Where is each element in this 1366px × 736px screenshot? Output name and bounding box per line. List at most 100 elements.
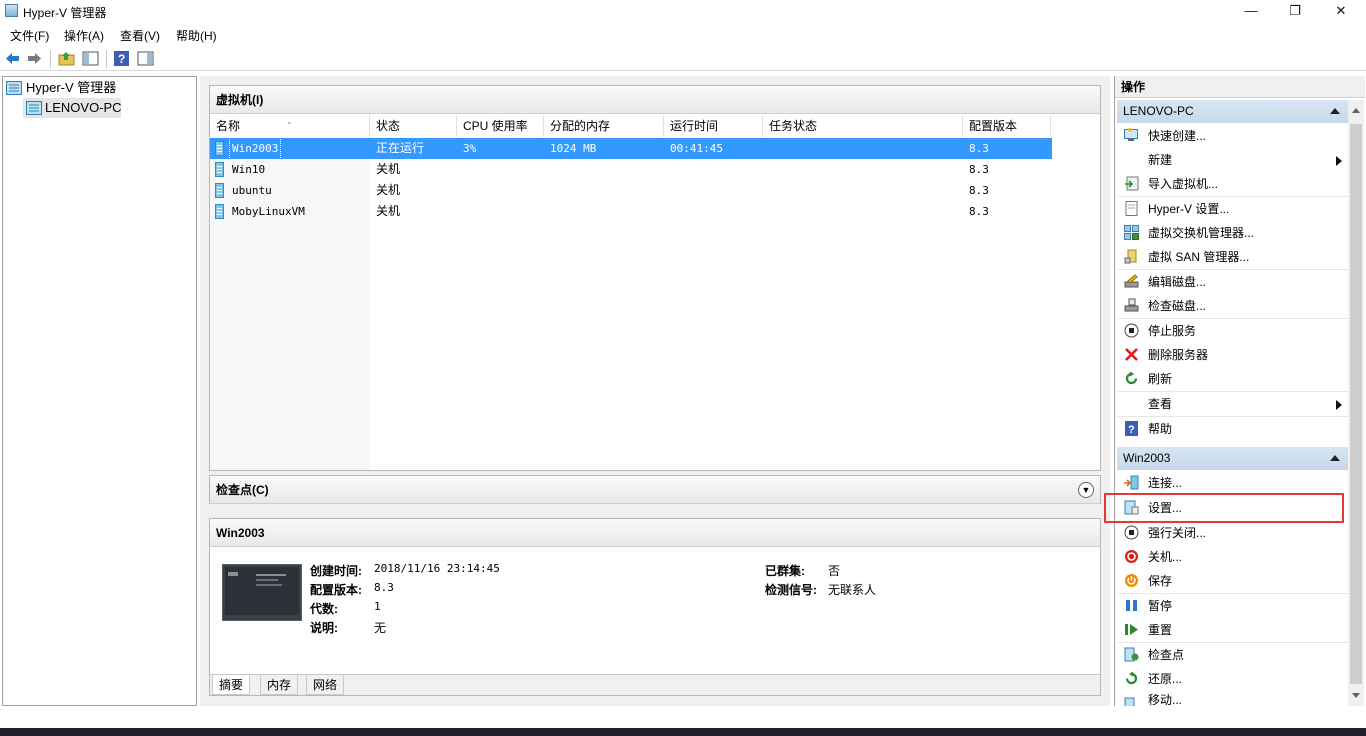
generation-value: 1 [374,600,381,613]
vm-row-ubuntu[interactable]: ubuntu 关机 8.3 [210,180,1052,201]
description-label: 说明: [310,621,338,635]
generation-label: 代数: [310,602,338,616]
column-state[interactable]: 状态 [370,115,457,137]
menu-file[interactable]: 文件(F) [10,27,49,44]
checkpoints-section: 检查点(C) ▼ [209,475,1101,504]
show-hide-tree-icon[interactable] [82,50,99,67]
action-label: 还原... [1148,672,1183,686]
vm-uptime: 00:41:45 [670,142,723,155]
action-connect[interactable]: 连接... [1117,471,1348,495]
action-view[interactable]: 查看 [1117,392,1348,416]
menu-help[interactable]: 帮助(H) [176,27,217,44]
menu-bar: 文件(F) 操作(A) 查看(V) 帮助(H) [0,24,1366,46]
revert-icon [1125,671,1138,685]
checkpoint-icon [1124,647,1139,662]
action-reset[interactable]: 重置 [1117,618,1348,642]
action-label: 刷新 [1148,372,1173,386]
action-checkpoint[interactable]: 检查点 [1117,643,1348,667]
vm-grid-header: 名称 ⌄ 状态 CPU 使用率 分配的内存 运行时间 任务状态 配置版本 [210,115,1100,137]
details-tabs: 摘要 内存 网络 [210,674,1100,695]
action-label: 虚拟 SAN 管理器... [1148,250,1250,264]
stop-service-icon [1124,323,1139,338]
submenu-arrow-icon [1336,156,1342,166]
action-quick-create[interactable]: 快速创建... [1117,124,1348,148]
column-task-status[interactable]: 任务状态 [763,115,963,137]
action-revert[interactable]: 还原... [1117,667,1348,691]
expand-chevron-icon[interactable]: ▼ [1078,482,1094,498]
details-header: Win2003 [210,519,1100,547]
vm-row-win2003[interactable]: Win2003 正在运行 3% 1024 MB 00:41:45 8.3 [210,137,1052,160]
maximize-button[interactable]: ❐ [1272,0,1318,22]
toolbar: ? [0,47,1366,71]
svg-text:?: ? [118,52,125,66]
back-arrow-icon[interactable] [4,50,21,67]
action-virtual-switch-manager[interactable]: 虚拟交换机管理器... [1117,221,1348,245]
created-label: 创建时间: [310,564,362,578]
scrollbar-thumb[interactable] [1350,124,1362,684]
group-label: LENOVO-PC [1123,104,1194,118]
actions-group-lenovo-pc[interactable]: LENOVO-PC [1117,100,1348,123]
action-stop-service[interactable]: 停止服务 [1117,319,1348,343]
action-hyperv-settings[interactable]: Hyper-V 设置... [1117,197,1348,221]
remove-x-icon [1125,348,1138,361]
tab-summary[interactable]: 摘要 [212,675,251,695]
tree-item-lenovo-pc[interactable]: LENOVO-PC [45,99,122,117]
hyperv-app-icon [5,4,18,17]
quick-create-icon [1124,128,1138,141]
action-import-vm[interactable]: 导入虚拟机... [1117,172,1348,196]
action-label: 查看 [1148,397,1173,411]
column-config-version[interactable]: 配置版本 [963,115,1051,137]
action-label: 虚拟交换机管理器... [1148,226,1255,240]
vm-row-win10[interactable]: Win10 关机 8.3 [210,159,1052,180]
checkpoints-header[interactable]: 检查点(C) [210,476,1100,504]
action-edit-disk[interactable]: 编辑磁盘... [1117,270,1348,294]
action-refresh[interactable]: 刷新 [1117,367,1348,391]
tree-root-hyperv-manager[interactable]: Hyper-V 管理器 [26,79,116,97]
tab-memory[interactable]: 内存 [260,675,299,695]
group-label: Win2003 [1123,451,1171,465]
move-icon [1124,697,1135,706]
tab-network[interactable]: 网络 [306,675,345,695]
sort-chevron-icon: ⌄ [286,117,293,126]
column-cpu[interactable]: CPU 使用率 [457,115,544,137]
action-remove-server[interactable]: 删除服务器 [1117,343,1348,367]
menu-view[interactable]: 查看(V) [120,27,160,44]
action-inspect-disk[interactable]: 检查磁盘... [1117,294,1348,318]
up-folder-icon[interactable] [58,50,75,67]
clustered-value: 否 [828,564,841,578]
action-shut-down[interactable]: 关机... [1117,545,1348,569]
menu-action[interactable]: 操作(A) [64,27,104,44]
show-hide-action-pane-icon[interactable] [137,50,154,67]
action-help[interactable]: ? 帮助 [1117,417,1348,441]
scroll-down-arrow-icon[interactable] [1352,693,1360,698]
taskbar [0,728,1366,736]
action-turn-off[interactable]: 强行关闭... [1117,521,1348,545]
description-value: 无 [374,621,387,635]
forward-arrow-icon[interactable] [26,50,43,67]
close-button[interactable]: ✕ [1318,0,1364,22]
toolbar-separator [50,50,51,68]
center-pane: 虚拟机(I) 名称 ⌄ 状态 CPU 使用率 分配的内存 运行时间 任务状态 配… [200,76,1110,706]
column-uptime[interactable]: 运行时间 [664,115,763,137]
action-new[interactable]: 新建 [1117,148,1348,172]
vm-name: Win2003 [228,137,282,160]
column-memory[interactable]: 分配的内存 [544,115,664,137]
action-move[interactable]: 移动... [1117,691,1348,706]
action-virtual-san-manager[interactable]: 虚拟 SAN 管理器... [1117,245,1348,269]
vm-row-mobylinuxvm[interactable]: MobyLinuxVM 关机 8.3 [210,201,1052,222]
actions-group-win2003[interactable]: Win2003 [1117,447,1348,470]
vm-thumbnail-preview[interactable] [222,564,302,621]
action-pause[interactable]: 暂停 [1117,594,1348,618]
created-value: 2018/11/16 23:14:45 [374,562,500,575]
vm-memory: 1024 MB [550,142,597,155]
action-save[interactable]: 保存 [1117,569,1348,593]
actions-scrollbar[interactable] [1348,100,1364,706]
scroll-up-arrow-icon[interactable] [1352,108,1360,113]
help-icon[interactable]: ? [113,50,130,67]
details-section: Win2003 创建时间: 2018/11/16 23:14:45 配置版本: … [209,518,1101,696]
vm-version: 8.3 [969,142,989,155]
action-label: 暂停 [1148,599,1173,613]
server-icon [26,101,42,115]
action-label: 帮助 [1148,422,1173,436]
minimize-button[interactable]: — [1228,0,1274,22]
